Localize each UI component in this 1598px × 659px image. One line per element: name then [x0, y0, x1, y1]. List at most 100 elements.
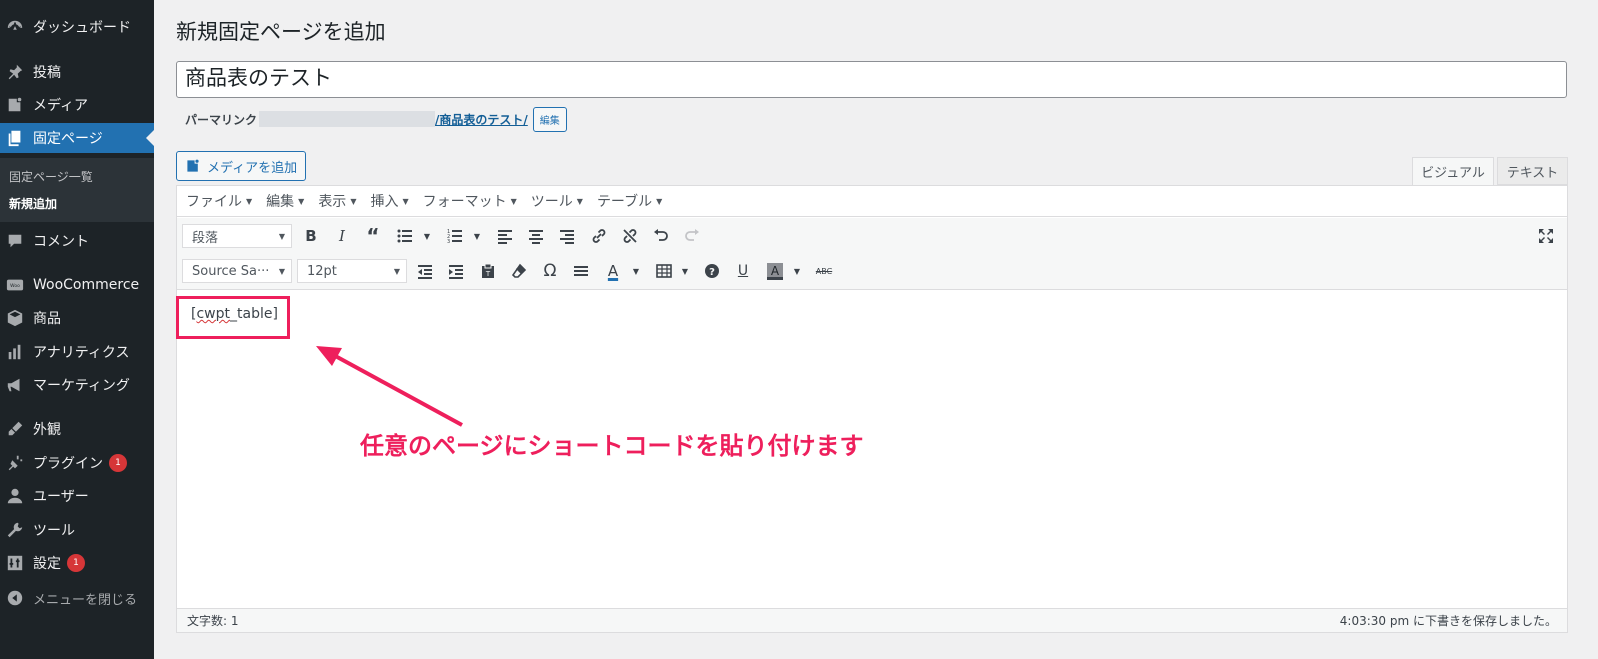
title-input[interactable]: 商品表のテスト [176, 61, 1567, 98]
menu-plugins[interactable]: プラグイン 1 [0, 448, 154, 478]
menu-label: メニューを閉じる [33, 592, 138, 608]
tab-visual[interactable]: ビジュアル [1412, 157, 1494, 185]
background-color-icon: A [767, 263, 783, 280]
fullscreen-button[interactable] [1534, 224, 1558, 248]
numbered-list-dropdown[interactable]: ▼ [470, 224, 484, 248]
menu-media[interactable]: メディア [0, 90, 154, 120]
svg-text:3: 3 [447, 239, 450, 244]
update-count-badge: 1 [67, 554, 85, 572]
comment-icon [5, 231, 25, 251]
menu-analytics[interactable]: アナリティクス [0, 337, 154, 367]
menu-insert-label: 挿入 [370, 194, 399, 210]
bullet-list-dropdown[interactable]: ▼ [420, 224, 434, 248]
text-color-dropdown[interactable]: ▼ [629, 259, 643, 283]
submenu-all-pages[interactable]: 固定ページ一覧 [9, 168, 93, 185]
bullet-list-button[interactable] [393, 224, 417, 248]
svg-text:?: ? [709, 267, 715, 278]
user-icon [5, 486, 25, 506]
menu-woocommerce[interactable]: Woo WooCommerce [0, 270, 154, 300]
outdent-button[interactable] [413, 259, 437, 283]
collapse-icon [5, 588, 25, 608]
add-media-button[interactable]: メディアを追加 [176, 151, 306, 181]
table-dropdown[interactable]: ▼ [678, 259, 692, 283]
menu-insert[interactable]: 挿入 ▼ [370, 191, 408, 211]
submenu-add-new[interactable]: 新規追加 [9, 195, 57, 212]
menu-edit[interactable]: 編集 ▼ [266, 191, 304, 211]
bold-button[interactable]: B [299, 224, 323, 248]
horizontal-line-icon [574, 266, 588, 276]
menu-tools[interactable]: ツール ▼ [531, 191, 583, 211]
menu-comments[interactable]: コメント [0, 226, 154, 256]
align-center-button[interactable] [524, 224, 548, 248]
menu-pages[interactable]: 固定ページ [0, 123, 154, 153]
dashboard-icon [5, 17, 25, 37]
link-icon [592, 229, 606, 243]
pages-submenu: 固定ページ一覧 新規追加 [0, 158, 154, 222]
font-family-select[interactable]: Source Sa··· ▼ [182, 259, 292, 283]
svg-text:A: A [771, 264, 780, 278]
background-color-dropdown[interactable]: ▼ [790, 259, 804, 283]
menu-format[interactable]: フォーマット ▼ [423, 191, 517, 211]
menu-products[interactable]: 商品 [0, 303, 154, 333]
menu-users[interactable]: ユーザー [0, 481, 154, 511]
admin-sidebar: ダッシュボード 投稿 メディア 固定ページ 固定ページ一覧 新規追加 コメント … [0, 0, 154, 659]
text-color-button[interactable]: A [601, 259, 625, 283]
clear-formatting-button[interactable] [507, 259, 531, 283]
permalink-link[interactable]: /商品表のテスト/ [435, 111, 528, 128]
help-button[interactable]: ? [700, 259, 724, 283]
menu-label: ダッシュボード [33, 20, 131, 36]
tab-text[interactable]: テキスト [1497, 157, 1568, 185]
menu-view[interactable]: 表示 ▼ [318, 191, 356, 211]
menu-file[interactable]: ファイル ▼ [186, 191, 252, 211]
font-size-select[interactable]: 12pt ▼ [297, 259, 407, 283]
align-right-icon [560, 230, 574, 244]
permalink-row: パーマリンク /商品表のテスト/ 編集 [185, 106, 567, 132]
chevron-down-icon: ▼ [278, 231, 285, 241]
megaphone-icon [5, 375, 25, 395]
numbered-list-button[interactable]: 123 [443, 224, 467, 248]
clipboard-icon: T [482, 263, 494, 278]
unlink-icon [623, 229, 637, 243]
permalink-edit-button[interactable]: 編集 [532, 106, 567, 132]
menu-label: 投稿 [33, 65, 61, 81]
insert-link-button[interactable] [587, 224, 611, 248]
menu-marketing[interactable]: マーケティング [0, 370, 154, 400]
collapse-menu-button[interactable]: メニューを閉じる [0, 583, 154, 613]
indent-button[interactable] [444, 259, 468, 283]
svg-text:Woo: Woo [10, 283, 20, 289]
paragraph-format-select[interactable]: 段落 ▼ [182, 224, 292, 248]
menu-label: メディア [33, 98, 89, 114]
blockquote-button[interactable]: “ [361, 224, 385, 248]
menu-label: マーケティング [33, 378, 130, 394]
menu-settings[interactable]: 設定 1 [0, 548, 154, 578]
redo-button[interactable] [680, 224, 704, 248]
menu-label: コメント [33, 234, 89, 250]
italic-button[interactable]: I [330, 224, 354, 248]
permalink-label: パーマリンク [185, 112, 258, 127]
menu-table[interactable]: テーブル ▼ [597, 191, 662, 211]
media-icon [185, 158, 201, 174]
menu-label: WooCommerce [33, 277, 140, 293]
menu-label: ユーザー [33, 489, 89, 505]
menu-file-label: ファイル [186, 194, 242, 210]
menu-label: アナリティクス [33, 345, 130, 361]
media-icon [5, 95, 25, 115]
undo-button[interactable] [649, 224, 673, 248]
align-right-button[interactable] [555, 224, 579, 248]
strikethrough-button[interactable]: ABC [812, 259, 836, 283]
align-left-button[interactable] [493, 224, 517, 248]
paragraph-format-value: 段落 [192, 230, 219, 246]
paste-text-button[interactable]: T [476, 259, 500, 283]
table-button[interactable] [652, 259, 676, 283]
menu-appearance[interactable]: 外観 [0, 414, 154, 444]
horizontal-line-button[interactable] [569, 259, 593, 283]
special-character-button[interactable]: Ω [538, 259, 562, 283]
menu-tools-label: ツール [530, 194, 573, 210]
background-color-button[interactable]: A [763, 259, 787, 283]
remove-link-button[interactable] [618, 224, 642, 248]
underline-button[interactable]: U [731, 259, 755, 283]
menu-tools[interactable]: ツール [0, 515, 154, 545]
add-media-label: メディアを追加 [207, 160, 298, 176]
menu-posts[interactable]: 投稿 [0, 57, 154, 87]
menu-dashboard[interactable]: ダッシュボード [0, 12, 154, 42]
